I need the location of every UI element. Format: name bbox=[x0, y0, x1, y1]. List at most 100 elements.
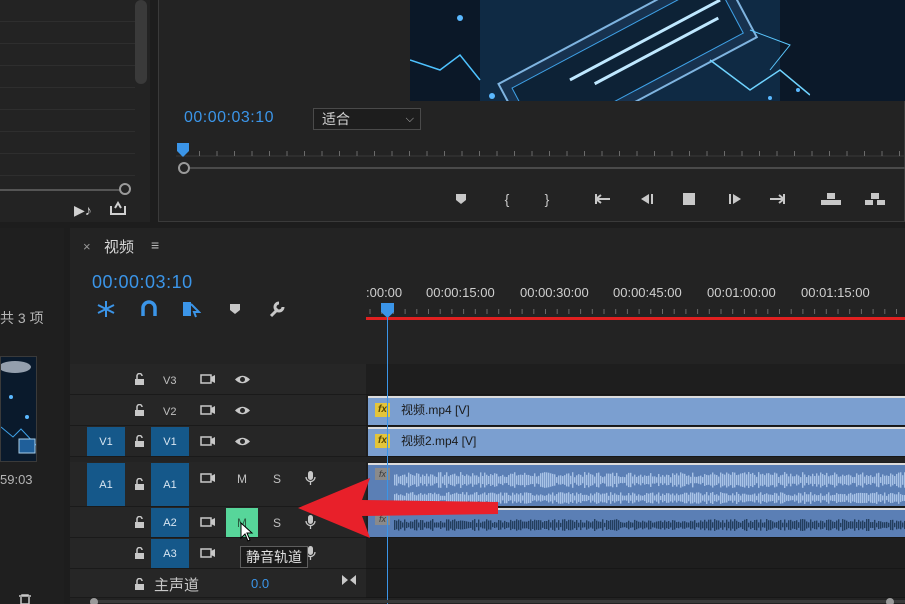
sync-lock-icon[interactable] bbox=[199, 404, 217, 416]
marker-icon bbox=[456, 194, 466, 204]
lock-icon[interactable] bbox=[132, 515, 146, 529]
stop-button[interactable] bbox=[678, 189, 700, 209]
track-target-a1[interactable]: A1 bbox=[151, 463, 189, 506]
panel-menu-icon[interactable]: ≡ bbox=[151, 237, 159, 253]
solo-button-a2[interactable]: S bbox=[273, 516, 281, 530]
mark-out-icon: } bbox=[544, 191, 550, 207]
ruler-label: 00:01:00:00 bbox=[707, 285, 776, 300]
close-tab-icon[interactable]: × bbox=[83, 239, 91, 254]
wrench-icon bbox=[269, 301, 285, 318]
mouse-cursor bbox=[240, 522, 254, 542]
project-scrollbar[interactable] bbox=[135, 0, 147, 84]
timeline-timecode[interactable]: 00:00:03:10 bbox=[92, 272, 193, 293]
sync-lock-icon[interactable] bbox=[199, 472, 217, 484]
clip-duration: 59:03 bbox=[0, 472, 33, 487]
monitor-zoom-handle[interactable] bbox=[178, 162, 190, 174]
add-timeline-marker-button[interactable] bbox=[224, 298, 246, 320]
timeline-horizontal-scrollbar[interactable] bbox=[90, 598, 905, 604]
mark-in-button[interactable]: { bbox=[496, 189, 518, 209]
video-clip-v1[interactable]: fx 视频2.mp4 [V] bbox=[368, 427, 905, 456]
lift-button[interactable] bbox=[820, 189, 842, 209]
track-header-a3 bbox=[70, 538, 366, 569]
lock-icon[interactable] bbox=[132, 372, 146, 386]
track-area-a3[interactable] bbox=[366, 538, 905, 569]
sync-lock-icon[interactable] bbox=[199, 373, 217, 385]
track-area-master[interactable] bbox=[366, 569, 905, 598]
sync-lock-icon[interactable] bbox=[199, 435, 217, 447]
tooltip: 静音轨道 bbox=[240, 546, 308, 568]
step-forward-button[interactable] bbox=[724, 189, 746, 209]
trash-icon[interactable] bbox=[18, 594, 32, 604]
mark-out-button[interactable]: } bbox=[536, 189, 558, 209]
video-preview bbox=[410, 0, 905, 101]
lock-icon[interactable] bbox=[132, 546, 146, 560]
source-patch-v1[interactable]: V1 bbox=[87, 427, 125, 456]
solo-button-a1[interactable]: S bbox=[273, 472, 281, 486]
mute-button-a1[interactable]: M bbox=[237, 472, 247, 486]
automate-to-sequence-icon[interactable]: ▶♪ bbox=[74, 202, 92, 219]
step-back-icon bbox=[641, 194, 653, 204]
ruler-label: 00:00:30:00 bbox=[520, 285, 589, 300]
chevron-down-icon: ⌵ bbox=[405, 113, 414, 125]
track-header-v3 bbox=[70, 364, 366, 395]
project-list bbox=[0, 0, 135, 180]
ruler-label: 00:00:45:00 bbox=[613, 285, 682, 300]
add-marker-button[interactable] bbox=[450, 189, 472, 209]
master-track-label: 主声道 bbox=[154, 577, 200, 594]
sync-lock-icon[interactable] bbox=[199, 516, 217, 528]
magnet-icon bbox=[141, 300, 157, 316]
project-zoom-slider-handle[interactable] bbox=[119, 183, 131, 195]
lock-icon[interactable] bbox=[132, 434, 146, 448]
timeline-settings-button[interactable] bbox=[266, 298, 288, 320]
track-target-a3[interactable]: A3 bbox=[151, 539, 189, 568]
track-area-v3[interactable] bbox=[366, 364, 905, 395]
linked-selection-icon bbox=[183, 302, 201, 318]
linked-selection-button[interactable] bbox=[180, 298, 202, 320]
step-back-button[interactable] bbox=[636, 189, 658, 209]
export-icon[interactable] bbox=[108, 200, 128, 216]
sync-lock-icon[interactable] bbox=[199, 547, 217, 559]
marker-icon bbox=[230, 304, 240, 314]
timeline-playhead[interactable] bbox=[381, 303, 394, 318]
eye-icon[interactable] bbox=[233, 404, 251, 416]
eye-icon[interactable] bbox=[233, 373, 251, 385]
track-target-a2[interactable]: A2 bbox=[151, 508, 189, 537]
monitor-timecode[interactable]: 00:00:03:10 bbox=[184, 109, 274, 127]
project-zoom-slider-track bbox=[0, 189, 122, 191]
step-forward-icon bbox=[729, 194, 741, 204]
mark-in-icon: { bbox=[504, 191, 510, 207]
extract-button[interactable] bbox=[864, 189, 886, 209]
go-to-out-icon[interactable] bbox=[340, 573, 358, 587]
zoom-fit-select[interactable]: 适合 ⌵ bbox=[313, 108, 421, 130]
snap-button[interactable] bbox=[138, 298, 160, 320]
work-area-bar[interactable] bbox=[366, 317, 905, 320]
go-to-out-icon bbox=[770, 194, 785, 204]
track-header-master bbox=[70, 569, 366, 598]
track-target-v1[interactable]: V1 bbox=[151, 427, 189, 456]
monitor-playhead[interactable] bbox=[177, 143, 189, 157]
sequence-tab[interactable]: 视频 bbox=[104, 236, 134, 257]
go-to-out-button[interactable] bbox=[766, 189, 788, 209]
ruler-label: 00:00:15:00 bbox=[426, 285, 495, 300]
zoom-fit-value: 适合 bbox=[322, 111, 350, 127]
stop-icon bbox=[683, 193, 695, 205]
clip-thumbnail-image bbox=[1, 357, 36, 461]
go-to-in-button[interactable] bbox=[592, 189, 614, 209]
lock-icon[interactable] bbox=[132, 577, 146, 591]
track-label-v3: V3 bbox=[163, 375, 177, 387]
clip-name: 视频2.mp4 [V] bbox=[401, 434, 477, 448]
video-clip-v2[interactable]: fx 视频.mp4 [V] bbox=[368, 396, 905, 425]
source-patch-a1[interactable]: A1 bbox=[87, 463, 125, 506]
monitor-zoom-bar[interactable] bbox=[190, 167, 905, 169]
clip-name: 视频.mp4 [V] bbox=[401, 403, 470, 417]
lock-icon[interactable] bbox=[132, 477, 146, 491]
clip-thumbnail[interactable] bbox=[0, 356, 37, 462]
eye-icon[interactable] bbox=[233, 435, 251, 447]
monitor-time-ruler[interactable] bbox=[176, 142, 905, 162]
lock-icon[interactable] bbox=[132, 403, 146, 417]
extract-icon bbox=[865, 193, 885, 205]
master-volume-value[interactable]: 0.0 bbox=[251, 576, 269, 591]
lift-icon bbox=[821, 193, 841, 205]
timeline-ruler-ticks bbox=[369, 309, 897, 314]
nest-toggle-button[interactable] bbox=[95, 298, 117, 320]
